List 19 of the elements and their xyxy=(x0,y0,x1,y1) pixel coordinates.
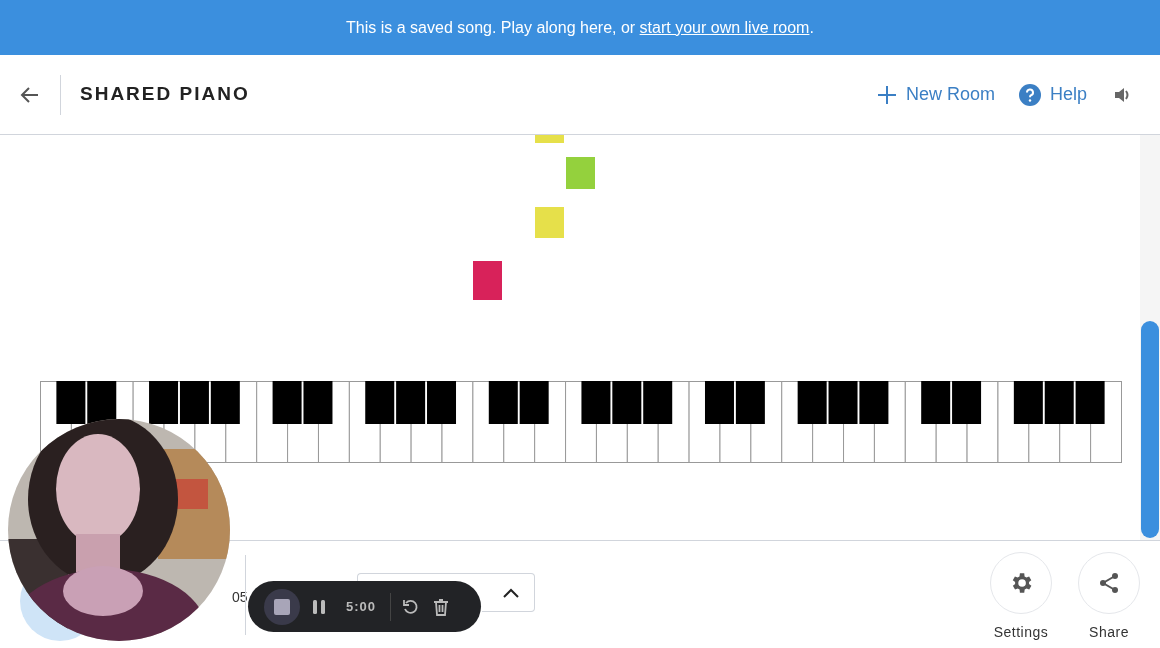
help-button[interactable]: Help xyxy=(1018,81,1087,108)
button-label: Settings xyxy=(993,623,1049,642)
button-label: Share xyxy=(1089,623,1129,642)
trash-icon[interactable] xyxy=(433,597,450,616)
recording-timer: 5:00 xyxy=(346,597,377,616)
piano-keyboard[interactable] xyxy=(40,381,1122,463)
back-arrow-icon[interactable] xyxy=(20,84,40,105)
banner-text: This is a saved song. Play along here, or start your own live room. xyxy=(346,17,814,38)
scrollbar-thumb[interactable] xyxy=(1141,321,1159,538)
plus-icon xyxy=(876,84,897,105)
live-room-link[interactable]: start your own live room xyxy=(639,18,810,36)
pause-icon[interactable] xyxy=(312,598,326,615)
chevron-up-icon xyxy=(502,586,520,599)
help-icon xyxy=(1018,83,1041,106)
app-title: SHARED PIANO xyxy=(80,82,250,107)
new-room-button[interactable]: New Room xyxy=(876,81,995,108)
stop-button[interactable] xyxy=(264,588,300,625)
dropdown[interactable] xyxy=(482,573,535,612)
share-icon xyxy=(1097,571,1121,595)
